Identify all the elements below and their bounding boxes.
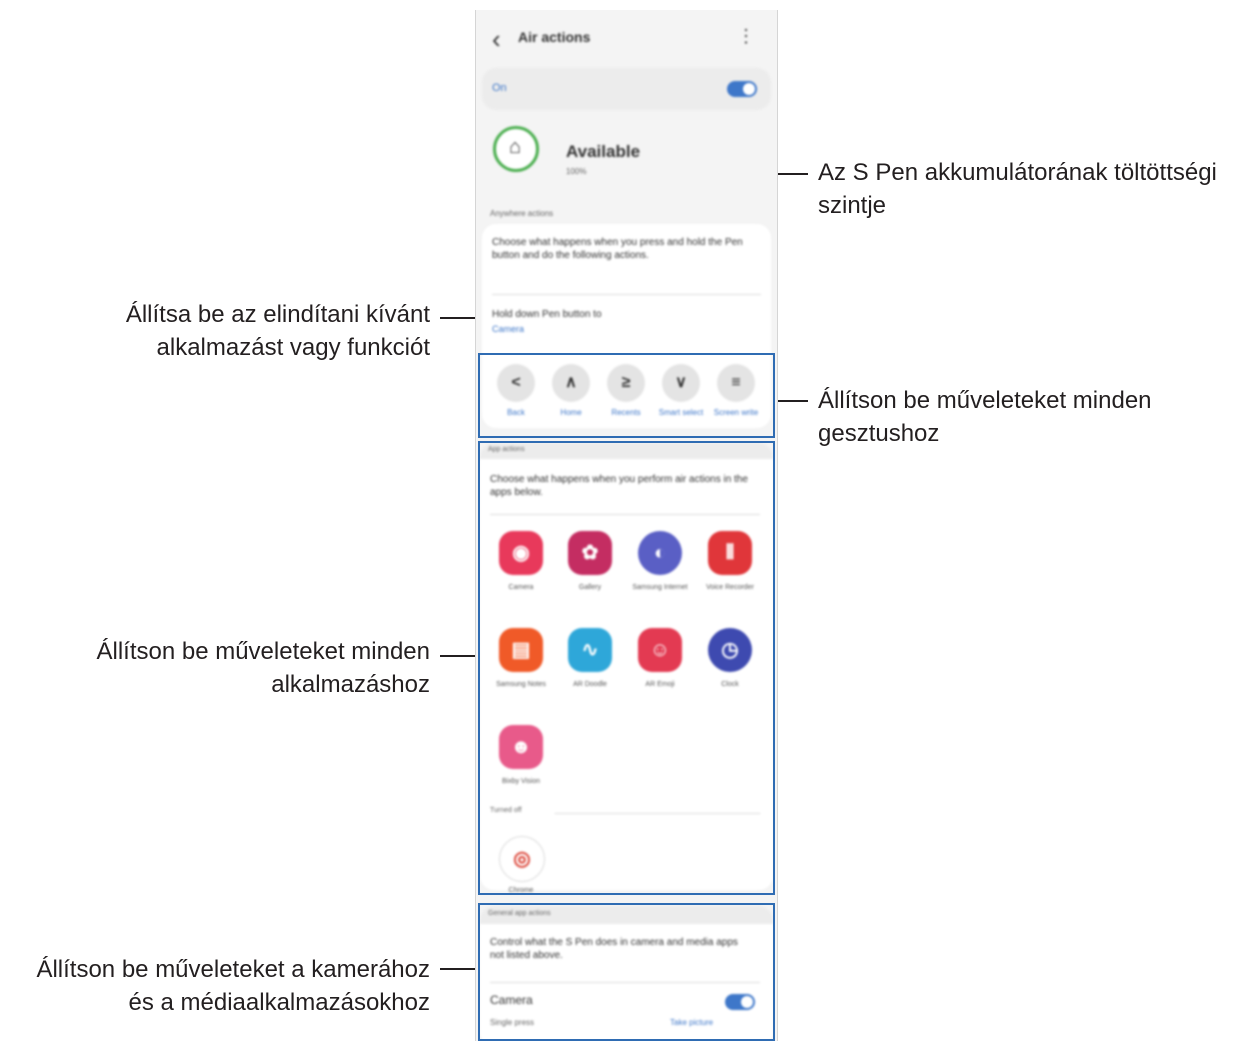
leader-line-apps [440, 655, 475, 657]
more-options-icon[interactable]: ⋮ [737, 26, 755, 47]
hold-row[interactable]: Hold down Pen button to Camera [482, 300, 771, 340]
phone-screen: ‹ Air actions ⋮ On ⌂ Available 100% Anyw… [475, 10, 778, 1041]
callout-camera-media: Állítson be műveleteket a kamerához és a… [20, 953, 430, 1019]
back-arrow-icon[interactable]: ‹ [492, 24, 501, 55]
callout-camera-media-text: Állítson be műveleteket a kamerához és a… [36, 956, 430, 1016]
callout-apps: Állítson be műveleteket minden alkalmazá… [40, 635, 430, 701]
callout-apps-text: Állítson be műveleteket minden alkalmazá… [96, 638, 430, 698]
status-label: Available [566, 142, 641, 161]
highlight-general-actions [478, 903, 775, 1041]
anywhere-header: Anywhere actions [490, 209, 554, 218]
battery-level: 100% [566, 167, 587, 176]
callout-gestures: Állítson be műveleteket minden gesztusho… [818, 384, 1158, 450]
master-toggle-row[interactable]: On [482, 68, 771, 110]
callout-launch-app-text: Állítsa be az elindítani kívánt alkalmaz… [125, 301, 430, 361]
leader-line-camera-media [440, 968, 475, 970]
anywhere-divider [492, 294, 761, 295]
page-title: Air actions [518, 29, 591, 45]
callout-launch-app: Állítsa be az elindítani kívánt alkalmaz… [60, 298, 430, 364]
highlight-app-actions [478, 441, 775, 895]
callout-battery: Az S Pen akkumulátorának töltöttségi szi… [818, 156, 1243, 222]
master-toggle-label: On [492, 82, 507, 94]
anywhere-description: Choose what happens when you press and h… [492, 237, 743, 261]
hold-value: Camera [492, 324, 525, 334]
top-bar: ‹ Air actions ⋮ [476, 10, 777, 66]
pen-status-icon: ⌂ [493, 126, 539, 172]
hold-label: Hold down Pen button to [492, 309, 602, 320]
highlight-gestures [478, 353, 775, 438]
callout-battery-text: Az S Pen akkumulátorának töltöttségi szi… [818, 159, 1217, 219]
master-toggle-switch[interactable] [727, 81, 757, 97]
leader-line-gestures [776, 400, 808, 402]
callout-gestures-text: Állítson be műveleteket minden gesztusho… [818, 387, 1152, 447]
pen-icon: ⌂ [509, 136, 522, 158]
